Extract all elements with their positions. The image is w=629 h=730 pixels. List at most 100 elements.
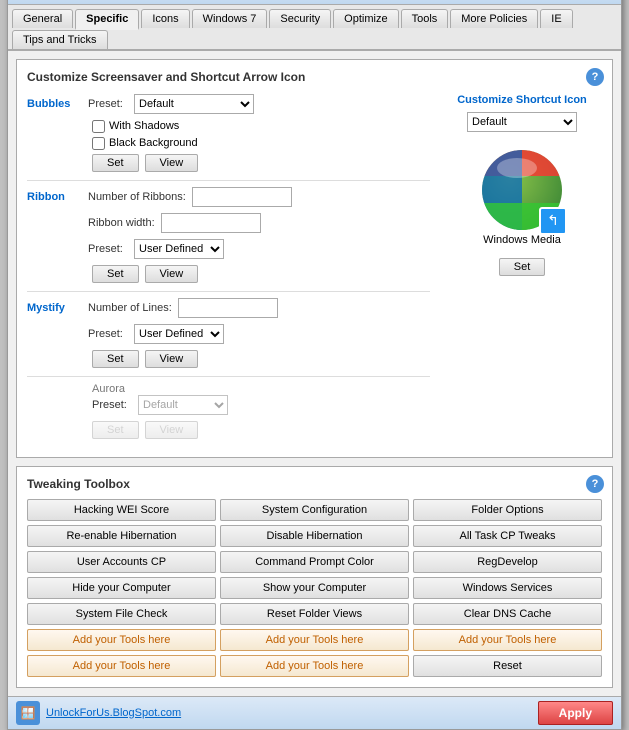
mystify-btn-row: Set View [92,350,430,368]
mystify-label: Mystify [27,302,82,314]
add-tools-4-button[interactable]: Add your Tools here [27,655,216,677]
status-link[interactable]: UnlockForUs.BlogSpot.com [46,707,181,719]
main-content: Customize Screensaver and Shortcut Arrow… [8,51,621,696]
tab-optimize[interactable]: Optimize [333,9,398,28]
system-config-button[interactable]: System Configuration [220,499,409,521]
ribbon-preset-select[interactable]: User Defined [134,239,224,259]
preset-label-mystify: Preset: [88,328,128,340]
preset-label-ribbon: Preset: [88,243,128,255]
tab-tools[interactable]: Tools [401,9,449,28]
bubbles-label: Bubbles [27,98,82,110]
mystify-preset-row: Preset: User Defined [27,324,430,344]
all-task-cp-button[interactable]: All Task CP Tweaks [413,525,602,547]
tab-tips-tricks[interactable]: Tips and Tricks [12,30,108,49]
ribbon-preset-row: Preset: User Defined [27,239,430,259]
num-lines-label: Number of Lines: [88,302,172,314]
orb-arrow-icon: ↰ [539,207,567,235]
mystify-row: Mystify Number of Lines: [27,298,430,318]
tab-security[interactable]: Security [269,9,331,28]
screensaver-right: Customize Shortcut Icon Default [442,94,602,447]
bubbles-preset-select[interactable]: Default [134,94,254,114]
bubbles-btn-row: Set View [92,154,430,172]
aurora-btn-row: Set View [92,421,430,439]
reset-folder-views-button[interactable]: Reset Folder Views [220,603,409,625]
screensaver-left: Bubbles Preset: Default With Shadows Bla… [27,94,430,447]
black-bg-checkbox[interactable] [92,137,105,150]
ribbon-row: Ribbon Number of Ribbons: [27,187,430,207]
num-lines-input[interactable] [178,298,278,318]
tab-ie[interactable]: IE [540,9,572,28]
tab-strip: General Specific Icons Windows 7 Securit… [8,5,621,51]
toolbox-help-icon[interactable]: ? [586,475,604,493]
screensaver-help-icon[interactable]: ? [586,68,604,86]
aurora-label: Aurora [92,383,125,395]
reenable-hibernation-button[interactable]: Re-enable Hibernation [27,525,216,547]
mystify-preset-select[interactable]: User Defined [134,324,224,344]
screensaver-content: Bubbles Preset: Default With Shadows Bla… [27,94,602,447]
apply-button[interactable]: Apply [538,701,613,725]
icon-set-button[interactable]: Set [499,258,546,276]
ribbon-set-button[interactable]: Set [92,265,139,283]
user-accounts-button[interactable]: User Accounts CP [27,551,216,573]
hide-computer-button[interactable]: Hide your Computer [27,577,216,599]
add-tools-1-button[interactable]: Add your Tools here [27,629,216,651]
shortcut-preset-select[interactable]: Default [467,112,577,132]
with-shadows-row: With Shadows [92,120,430,133]
toolbox-title: Tweaking Toolbox [27,477,602,491]
aurora-section: Aurora [92,383,430,395]
show-computer-button[interactable]: Show your Computer [220,577,409,599]
status-bar: 🪟 UnlockForUs.BlogSpot.com Apply [8,696,621,729]
aurora-set-button[interactable]: Set [92,421,139,439]
with-shadows-checkbox[interactable] [92,120,105,133]
windows-media-label: Windows Media [483,234,561,246]
add-tools-2-button[interactable]: Add your Tools here [220,629,409,651]
hacking-wei-button[interactable]: Hacking WEI Score [27,499,216,521]
with-shadows-label: With Shadows [109,120,179,132]
screensaver-title: Customize Screensaver and Shortcut Arrow… [27,70,602,84]
aurora-preset-select[interactable]: Default [138,395,228,415]
num-ribbons-input[interactable] [192,187,292,207]
aurora-preset-row: Preset: Default [92,395,430,415]
ribbon-label: Ribbon [27,191,82,203]
tab-specific[interactable]: Specific [75,9,139,30]
shortcut-icon-area: ↰ Windows Media [462,138,582,258]
aurora-preset-label: Preset: [92,399,132,411]
status-left: 🪟 UnlockForUs.BlogSpot.com [16,701,181,725]
ribbon-view-button[interactable]: View [145,265,199,283]
tab-icons[interactable]: Icons [141,9,189,28]
add-tools-5-button[interactable]: Add your Tools here [220,655,409,677]
shortcut-title: Customize Shortcut Icon [457,94,587,106]
orb-shine [497,158,537,178]
regdevelop-button[interactable]: RegDevelop [413,551,602,573]
bubbles-set-button[interactable]: Set [92,154,139,172]
system-file-check-button[interactable]: System File Check [27,603,216,625]
windows-services-button[interactable]: Windows Services [413,577,602,599]
clear-dns-cache-button[interactable]: Clear DNS Cache [413,603,602,625]
black-bg-label: Black Background [109,137,198,149]
shortcut-default-row: Default [467,112,577,132]
tab-windows7[interactable]: Windows 7 [192,9,268,28]
num-ribbons-label: Number of Ribbons: [88,191,186,203]
command-prompt-color-button[interactable]: Command Prompt Color [220,551,409,573]
tool-grid: Hacking WEI Score System Configuration F… [27,499,602,677]
mystify-view-button[interactable]: View [145,350,199,368]
bubbles-view-button[interactable]: View [145,154,199,172]
ribbon-btn-row: Set View [92,265,430,283]
folder-options-button[interactable]: Folder Options [413,499,602,521]
add-tools-3-button[interactable]: Add your Tools here [413,629,602,651]
ribbon-width-input[interactable] [161,213,261,233]
tab-general[interactable]: General [12,9,73,28]
toolbox-panel: Tweaking Toolbox ? Hacking WEI Score Sys… [16,466,613,688]
aurora-view-button[interactable]: View [145,421,199,439]
screensaver-panel: Customize Screensaver and Shortcut Arrow… [16,59,613,458]
disable-hibernation-button[interactable]: Disable Hibernation [220,525,409,547]
preset-label-bubbles: Preset: [88,98,128,110]
main-window: ● WinBubble ─ □ ✕ General Specific Icons… [7,0,622,730]
windows-orb-container: ↰ [482,150,562,230]
mystify-set-button[interactable]: Set [92,350,139,368]
ribbon-width-row: Ribbon width: [27,213,430,233]
tab-more-policies[interactable]: More Policies [450,9,538,28]
reset-button[interactable]: Reset [413,655,602,677]
bubbles-row: Bubbles Preset: Default [27,94,430,114]
black-bg-row: Black Background [92,137,430,150]
